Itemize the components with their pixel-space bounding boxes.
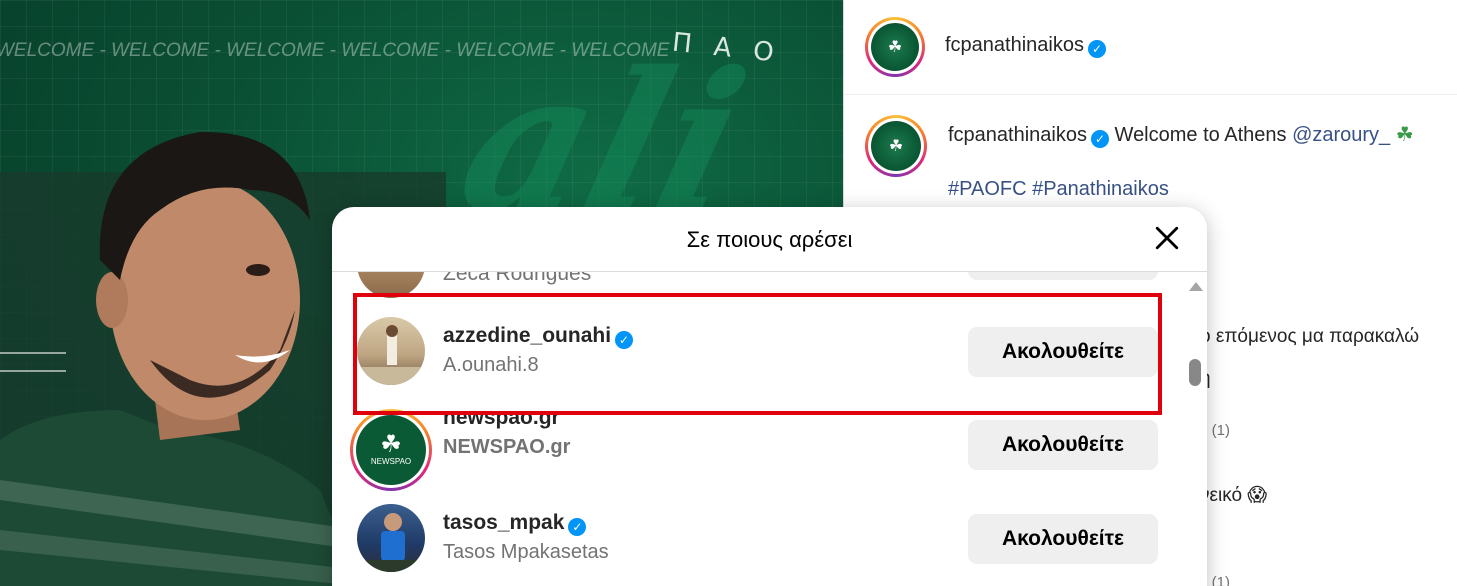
verified-icon: ✓ (568, 518, 587, 536)
clover-icon: ☘ (380, 431, 402, 458)
username-text[interactable]: tasos_mpak (443, 511, 564, 534)
avatar[interactable]: ☘ NEWSPAO (350, 409, 432, 491)
username[interactable]: tasos_mpak ✓ (443, 511, 587, 536)
likes-list: Zeca Rodrigues azzedine_ounahi ✓ A.ounahi… (332, 272, 1182, 586)
follow-button[interactable] (968, 272, 1158, 280)
avatar[interactable] (357, 504, 425, 572)
list-item[interactable]: tasos_mpak ✓ Tasos Mpakasetas Ακολουθείτε (332, 494, 1182, 584)
list-item[interactable]: azzedine_ounahi ✓ A.ounahi.8 Ακολουθείτε (332, 307, 1182, 397)
display-name: NEWSPAO.gr (443, 436, 571, 458)
list-item[interactable]: Zeca Rodrigues (332, 272, 1182, 310)
close-button[interactable] (1152, 221, 1182, 255)
likes-dialog: Σε ποιους αρέσει Zeca Rodrigues azzedine… (332, 207, 1207, 586)
close-icon (1155, 226, 1179, 250)
following-button[interactable]: Ακολουθείτε (968, 514, 1158, 564)
display-name: Tasos Mpakasetas (443, 541, 609, 563)
dialog-title: Σε ποιους αρέσει (686, 227, 853, 252)
username-text[interactable]: azzedine_ounahi (443, 324, 611, 347)
verified-icon: ✓ (615, 331, 634, 349)
avatar-text: NEWSPAO (370, 457, 412, 466)
username[interactable]: Zeca Rodrigues (443, 272, 591, 286)
scroll-up-arrow-icon[interactable] (1189, 282, 1203, 291)
following-button[interactable]: Ακολουθείτε (968, 420, 1158, 470)
scrollbar[interactable] (1184, 272, 1207, 586)
list-item[interactable]: ☘ NEWSPAO newspao.gr NEWSPAO.gr Ακολουθε… (332, 400, 1182, 491)
username[interactable]: azzedine_ounahi ✓ (443, 324, 634, 349)
scroll-thumb[interactable] (1189, 359, 1201, 386)
display-name: A.ounahi.8 (443, 354, 539, 376)
avatar[interactable] (357, 272, 425, 298)
following-button[interactable]: Ακολουθείτε (968, 327, 1158, 377)
username[interactable]: newspao.gr (443, 406, 560, 430)
dialog-header: Σε ποιους αρέσει (332, 207, 1207, 272)
avatar[interactable] (357, 317, 425, 385)
